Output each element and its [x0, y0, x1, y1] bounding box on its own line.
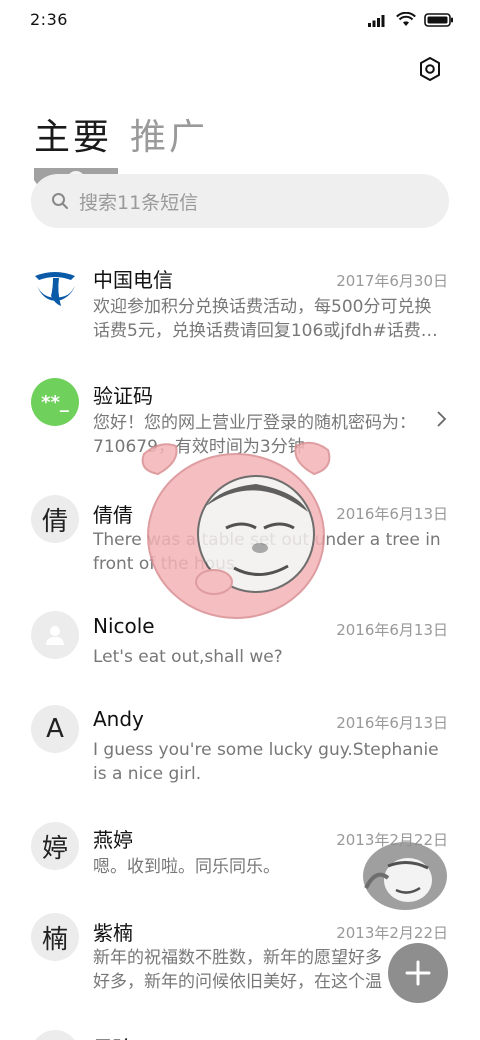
settings-icon — [420, 57, 440, 81]
plus-icon — [405, 960, 431, 986]
search-input[interactable]: 搜索11条短信 — [31, 174, 449, 228]
message-preview: Let's eat out,shall we? — [93, 647, 283, 667]
message-preview: I guess you're some lucky guy.Stephanie … — [93, 740, 439, 784]
search-placeholder: 搜索11条短信 — [79, 191, 199, 214]
message-preview: 欢迎参加积分兑换话费活动，每500分可兑换话费5元，兑换话费请回复106或jfd… — [93, 297, 438, 341]
list-item[interactable]: A Andy 2016年6月13日 I guess you're some lu… — [0, 683, 480, 800]
list-item[interactable]: 子玲 — [0, 1010, 480, 1040]
chevron-right-icon[interactable] — [434, 410, 448, 428]
avatar — [31, 611, 79, 659]
avatar — [31, 1030, 79, 1040]
settings-button[interactable] — [414, 53, 446, 85]
message-preview: 新年的祝福数不胜数，新年的愿望好多好多，新年的问候依旧美好，在这个温馨的时刻 — [93, 948, 382, 992]
compose-button[interactable] — [388, 943, 448, 1003]
avatar-text: 婷 — [41, 833, 68, 864]
avatar-text: 倩 — [41, 506, 68, 537]
search-icon — [52, 193, 68, 209]
contact-name: Andy — [93, 707, 144, 731]
avatar: A — [31, 705, 79, 753]
avatar: **_ — [31, 378, 79, 426]
battery-icon — [424, 12, 453, 27]
list-item[interactable]: 中国电信 2017年6月30日 欢迎参加积分兑换话费活动，每500分可兑换话费5… — [0, 240, 480, 356]
message-date: 2013年2月22日 — [336, 924, 448, 942]
avatar-text: 楠 — [41, 924, 68, 955]
status-icons — [368, 12, 454, 27]
status-bar: 2:36 — [0, 0, 480, 40]
signal-icon — [368, 14, 385, 27]
contact-name: 中国电信 — [93, 268, 173, 292]
message-date: 2017年6月30日 — [336, 272, 448, 290]
message-date: 2016年6月13日 — [336, 621, 448, 639]
avatar: 婷 — [31, 822, 79, 870]
tab-primary[interactable]: 主要 — [34, 108, 112, 160]
pig-sticker — [141, 441, 331, 619]
china-telecom-logo-icon — [35, 272, 75, 306]
contact-name: 紫楠 — [93, 921, 133, 945]
avatar: 楠 — [31, 913, 79, 961]
wifi-icon — [396, 12, 416, 26]
tab-promotions[interactable]: 推广 — [130, 108, 208, 160]
person-icon — [46, 626, 64, 645]
message-date: 2016年6月13日 — [336, 505, 448, 523]
status-time: 2:36 — [30, 10, 68, 29]
avatar-text: **_ — [41, 391, 69, 413]
tab-bar: 主要 推广 — [34, 108, 208, 160]
avatar — [31, 262, 79, 310]
contact-name: 燕婷 — [93, 828, 133, 852]
contact-name: 验证码 — [93, 384, 153, 408]
message-date: 2016年6月13日 — [336, 714, 448, 732]
sticker-small-bottom — [363, 842, 447, 910]
avatar: 倩 — [31, 495, 79, 543]
avatar-text: A — [46, 714, 64, 744]
contact-name: 子玲 — [93, 1032, 133, 1040]
contact-name: 倩倩 — [93, 503, 133, 527]
